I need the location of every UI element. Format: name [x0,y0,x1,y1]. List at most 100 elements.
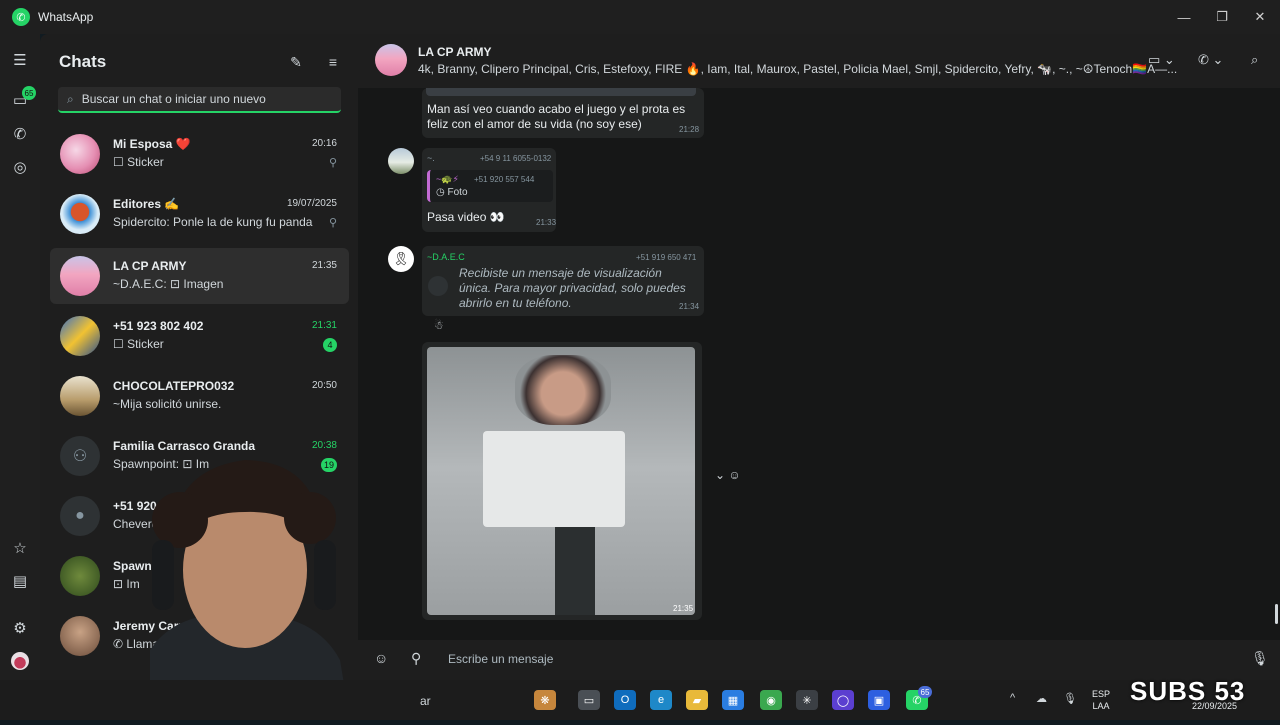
search-icon: ⌕ [67,91,74,106]
filter-icon[interactable]: ≡ [323,52,343,72]
chat-time: 20:50 [311,380,337,391]
chat-item-mi-esposa[interactable]: Mi Esposa ❤️ ☐ Sticker 20:16 ⚲ [50,126,349,182]
sender-avatar[interactable] [388,148,414,174]
app-title: WhatsApp [38,10,94,24]
pin-icon: ⚲ [328,157,337,169]
chat-panel: LA CP ARMY 4k, Branny, Clipero Principal… [358,34,1280,680]
title-bar: ✆ WhatsApp [0,0,1280,34]
chat-name: CHOCOLATEPRO032 [113,379,235,393]
video-call-icon[interactable]: ▭ ⌄ [1148,50,1175,70]
language-bottom: LAA [1092,701,1110,711]
chat-name: LA CP ARMY [113,259,187,273]
chat-item-editores[interactable]: Editores ✍️ Spidercito: Ponle la de kung… [50,186,349,242]
quoted-sender: ~🐢⚡ [436,174,459,184]
message-text: Pasa video 👀 [427,210,505,224]
store-icon[interactable]: ▦ [722,690,744,710]
chat-header[interactable]: LA CP ARMY 4k, Branny, Clipero Principal… [358,34,1280,88]
avatar [60,316,100,356]
avatar [60,194,100,234]
image-thumbnail [426,88,696,96]
edge-icon[interactable]: e [650,690,672,710]
microphone-icon[interactable]: 🎙 [1251,650,1269,667]
close-icon[interactable]: ✕ [1241,0,1279,34]
tray-chevron-icon[interactable]: ^ [1010,692,1015,704]
chat-item-51-923[interactable]: +51 923 802 402 ☐ Sticker 21:31 4 [50,308,349,364]
profile-avatar[interactable] [8,649,32,673]
nav-rail: ☰ ▭ 65 ✆ ◎ ☆ ▤ ⚙ [0,34,40,680]
sender-name: ~. [427,153,435,163]
unread-badge: 4 [323,338,337,352]
default-avatar: ● [60,496,100,536]
chat-preview: ☐ Sticker [113,155,164,169]
chat-time: 19/07/2025 [286,198,337,209]
sender-phone: +51 919 650 471 [636,253,697,262]
message-time: 21:28 [679,125,700,134]
outlook-icon[interactable]: O [614,690,636,710]
message-bubble[interactable]: Man así veo cuando acabo el juego y el p… [422,88,704,138]
chat-time: 21:35 [311,260,337,271]
widget-icon[interactable]: ❋ [534,690,556,710]
file-explorer-icon[interactable]: ▰ [686,690,708,710]
archive-icon[interactable]: ▤ [8,569,32,593]
sender-phone: +54 9 11 6055-0132 [480,154,552,163]
message-bubble[interactable]: ~D.A.E.C +51 919 650 471 Recibiste un me… [422,246,704,316]
message-text: Man así veo cuando acabo el juego y el p… [427,102,686,131]
taskbar [0,680,1280,720]
message-time: 21:33 [536,218,557,227]
settings-icon[interactable]: ⚙ [8,616,32,640]
scrollbar[interactable] [1275,604,1278,624]
quoted-label: Foto [447,187,468,198]
pin-icon: ⚲ [328,217,337,229]
taskbar-date[interactable]: 22/09/2025 [1192,701,1237,711]
image-face [515,355,611,425]
emoji-icon[interactable]: ☺ [374,650,388,666]
taskbar-search[interactable]: ar [420,694,431,708]
reaction-icon[interactable]: ☃ [434,319,444,332]
language-indicator[interactable]: ESP LAA [1092,688,1110,712]
starred-icon[interactable]: ☆ [8,536,32,560]
maximize-icon[interactable]: ❐ [1203,0,1241,34]
chat-preview: Spidercito: Ponle la de kung fu panda [113,215,313,229]
language-top: ESP [1092,689,1111,699]
quoted-message[interactable]: ~🐢⚡ +51 920 557 544 ◷ Foto [427,170,553,202]
task-view-icon[interactable]: ▭ [578,690,600,710]
chat-item-chocolatepro[interactable]: CHOCOLATEPRO032 ~Mija solicitó unirse. 2… [50,368,349,424]
app-icon-2[interactable]: ◯ [832,690,854,710]
react-button[interactable]: ⌄ ☺ [715,468,745,486]
group-avatar[interactable] [375,44,407,76]
status-icon[interactable]: ◎ [8,155,32,179]
quoted-text: ◷ Foto [436,187,468,198]
calls-icon[interactable]: ✆ [8,122,32,146]
voice-call-icon[interactable]: ✆ ⌄ [1198,50,1223,70]
message-bubble[interactable]: ~. +54 9 11 6055-0132 ~🐢⚡ +51 920 557 54… [422,148,556,232]
image-legs [555,527,595,615]
mic-tray-icon[interactable]: 🎙 [1063,692,1077,705]
chrome-icon[interactable]: ◉ [760,690,782,710]
cloud-icon[interactable]: ☁ [1036,692,1047,705]
new-chat-icon[interactable]: ✎ [286,52,306,72]
whatsapp-logo-icon: ✆ [12,8,30,26]
message-text: Recibiste un mensaje de visualización ún… [459,266,686,310]
message-time: 21:35 [673,604,694,613]
page-title: Chats [59,52,107,71]
chat-item-la-cp-army[interactable]: LA CP ARMY ~D.A.E.C: ⊡ Imagen 21:35 [50,248,349,304]
search-input[interactable]: ⌕ Buscar un chat o iniciar uno nuevo [58,87,341,113]
chats-unread-badge: 65 [22,86,36,100]
sender-name: ~D.A.E.C [427,252,465,262]
image-message[interactable]: 21:35 [422,342,702,620]
message-list[interactable]: Man así veo cuando acabo el juego y el p… [358,88,1280,640]
minimize-icon[interactable]: — [1165,0,1203,34]
whatsapp-taskbar-badge: 65 [918,686,932,698]
search-placeholder: Buscar un chat o iniciar uno nuevo [81,92,266,106]
message-input[interactable]: Escribe un mensaje [448,652,553,666]
avatar [60,376,100,416]
app-icon-3[interactable]: ▣ [868,690,890,710]
chat-title: LA CP ARMY [418,45,492,59]
menu-icon[interactable]: ☰ [8,48,32,72]
search-icon[interactable]: ⌕ [1251,50,1258,70]
image-content[interactable] [427,347,695,615]
app-icon[interactable]: ✳ [796,690,818,710]
chat-name: Editores ✍️ [113,197,180,211]
sender-avatar[interactable]: 🎗 [388,246,414,272]
attach-icon[interactable]: ⚲ [411,650,421,667]
